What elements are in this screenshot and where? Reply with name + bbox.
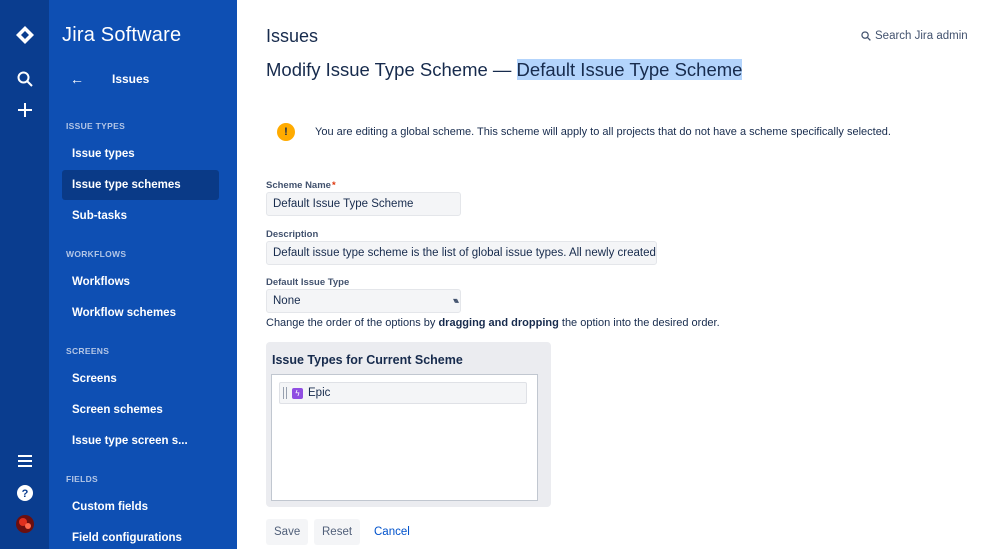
description-field[interactable]: Default issue type scheme is the list of…: [266, 241, 657, 265]
issue-types-list[interactable]: ϟ Epic: [271, 374, 538, 501]
svg-text:?: ?: [22, 488, 29, 500]
issue-type-name: Epic: [308, 387, 331, 399]
global-scheme-warning: ! You are editing a global scheme. This …: [277, 123, 891, 141]
sidebar-item-workflows[interactable]: Workflows: [62, 267, 219, 297]
section-heading-screens: SCREENS: [66, 346, 110, 356]
sidebar-item-sub-tasks[interactable]: Sub-tasks: [62, 201, 219, 231]
search-icon: [861, 31, 871, 41]
warning-icon: !: [277, 123, 295, 141]
create-icon[interactable]: [12, 97, 38, 123]
sidebar: Jira Software ← Issues ISSUE TYPES Issue…: [49, 0, 237, 549]
search-admin-link[interactable]: Search Jira admin: [861, 30, 968, 42]
hint-text-1: Change the order of the options by: [266, 317, 439, 329]
global-rail: ?: [0, 0, 49, 549]
description-label: Description: [266, 229, 319, 240]
avatar[interactable]: [12, 511, 38, 537]
cancel-link[interactable]: Cancel: [366, 519, 418, 545]
list-item[interactable]: ϟ Epic: [279, 382, 527, 404]
sidebar-item-field-configurations[interactable]: Field configurations: [62, 523, 219, 549]
scheme-name-label-text: Scheme Name: [266, 180, 331, 191]
page-title-scheme-name: Default Issue Type Scheme: [516, 59, 743, 80]
hint-text-bold: dragging and dropping: [438, 317, 559, 329]
section-heading-workflows: WORKFLOWS: [66, 249, 127, 259]
default-issue-type-select[interactable]: None ▴▾: [266, 289, 461, 313]
sidebar-item-issue-types[interactable]: Issue types: [62, 139, 219, 169]
required-marker: *: [331, 180, 336, 191]
main-content: Issues Search Jira admin Modify Issue Ty…: [237, 0, 999, 549]
sidebar-item-screen-schemes[interactable]: Screen schemes: [62, 395, 219, 425]
product-name: Jira Software: [62, 24, 182, 46]
reset-button[interactable]: Reset: [314, 519, 361, 545]
sidebar-item-issue-type-screen-schemes[interactable]: Issue type screen s...: [62, 426, 219, 456]
scheme-name-label: Scheme Name*: [266, 180, 336, 191]
sidebar-item-screens[interactable]: Screens: [62, 364, 219, 394]
sidebar-item-workflow-schemes[interactable]: Workflow schemes: [62, 298, 219, 328]
back-to-issues[interactable]: ← Issues: [62, 68, 232, 90]
section-title: Issues: [266, 26, 319, 46]
back-label: Issues: [112, 72, 150, 86]
panel-title: Issue Types for Current Scheme: [272, 353, 463, 367]
arrow-left-icon: ←: [70, 71, 84, 87]
scheme-name-field[interactable]: Default Issue Type Scheme: [266, 192, 461, 216]
save-button[interactable]: Save: [266, 519, 309, 545]
page-title: Modify Issue Type Scheme — Default Issue…: [266, 59, 743, 81]
issue-types-panel: Issue Types for Current Scheme ϟ Epic: [266, 342, 551, 507]
search-admin-label: Search Jira admin: [875, 30, 968, 42]
search-icon[interactable]: [12, 66, 38, 92]
page-title-prefix: Modify Issue Type Scheme —: [266, 59, 517, 80]
default-issue-type-value: None: [273, 295, 301, 307]
menu-icon[interactable]: [12, 448, 38, 474]
hint-text-2: the option into the desired order.: [558, 317, 720, 329]
help-icon[interactable]: ?: [12, 480, 38, 506]
reorder-hint: Change the order of the options by dragg…: [266, 317, 720, 329]
jira-logo-icon[interactable]: [12, 22, 38, 48]
sidebar-item-custom-fields[interactable]: Custom fields: [62, 492, 219, 522]
drag-handle-icon[interactable]: [283, 387, 287, 399]
section-heading-issue-types: ISSUE TYPES: [66, 121, 126, 131]
sidebar-item-issue-type-schemes[interactable]: Issue type schemes: [62, 170, 219, 200]
epic-icon: ϟ: [292, 387, 303, 399]
warning-text: You are editing a global scheme. This sc…: [315, 126, 891, 138]
section-heading-fields: FIELDS: [66, 474, 99, 484]
default-issue-type-label: Default Issue Type: [266, 277, 350, 288]
